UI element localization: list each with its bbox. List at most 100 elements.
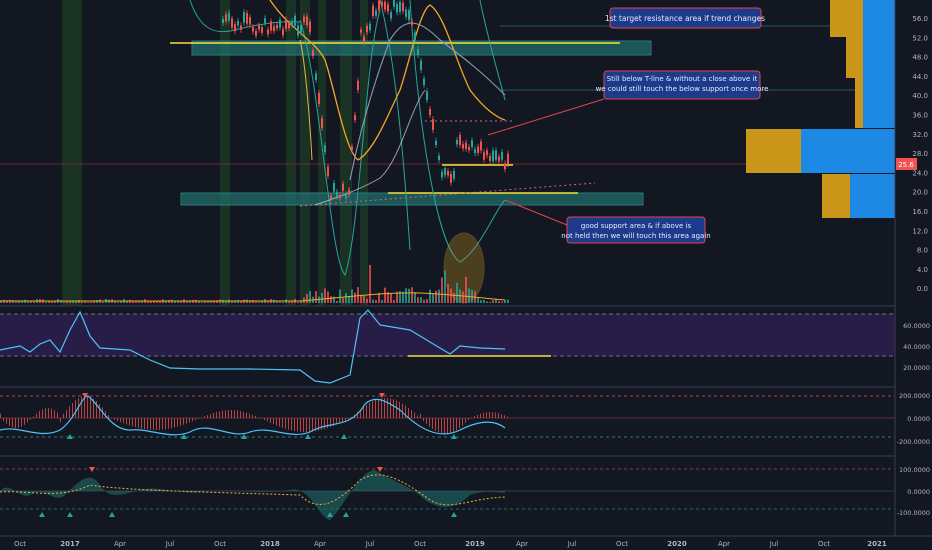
annotation-text: 1st target resistance area if trend chan… xyxy=(605,14,765,23)
volume-bar xyxy=(408,288,410,303)
candle-body xyxy=(486,150,488,156)
time-tick-label: 2017 xyxy=(60,540,80,548)
osc2-hist-bar xyxy=(390,398,391,418)
osc2-hist-bar xyxy=(294,418,295,431)
candle-body xyxy=(222,19,224,23)
price-chart[interactable]: 1st target resistance area if trend chan… xyxy=(0,0,932,550)
osc2-hist-bar xyxy=(126,418,127,425)
candle-body xyxy=(441,171,443,178)
volume-bar xyxy=(441,277,443,303)
volume-bar xyxy=(66,301,68,303)
osc2-hist-bar xyxy=(42,409,43,418)
osc2-hist-bar xyxy=(465,418,466,423)
osc2-hist-bar xyxy=(348,418,349,419)
osc2-hist-bar xyxy=(186,418,187,424)
candle-body xyxy=(342,183,344,191)
volume-bar xyxy=(33,301,35,303)
osc2-hist-bar xyxy=(225,410,226,418)
candle-body xyxy=(480,141,482,151)
osc2-hist-bar xyxy=(144,418,145,430)
candle-body xyxy=(276,24,278,29)
candle-body xyxy=(417,48,419,55)
annotation-tline[interactable]: Still below T-line & without a close abo… xyxy=(596,70,769,100)
osc2-hist-bar xyxy=(0,413,1,418)
osc2-hist-bar xyxy=(162,418,163,430)
candle-body xyxy=(249,17,251,25)
osc2-hist-bar xyxy=(483,412,484,418)
candle-body xyxy=(243,11,245,23)
price-tick-label: 32.0 xyxy=(912,131,928,139)
osc2-hist-bar xyxy=(123,418,124,424)
time-tick-label: Apr xyxy=(516,540,528,548)
candle-body xyxy=(498,156,500,162)
vp-bar xyxy=(801,129,895,173)
candle-body xyxy=(492,150,494,162)
osc2-hist-bar xyxy=(501,414,502,418)
osc2-hist-bar xyxy=(369,402,370,418)
osc2-hist-bar xyxy=(237,410,238,418)
osc2-hist-bar xyxy=(363,406,364,418)
osc2-hist-bar xyxy=(147,418,148,430)
candle-body xyxy=(444,168,446,176)
candle-body xyxy=(324,145,326,152)
osc2-hist-bar xyxy=(387,398,388,418)
osc2-hist-bar xyxy=(159,418,160,430)
candle-body xyxy=(414,32,416,40)
price-tick-label: 8.0 xyxy=(917,247,928,255)
osc-tick-label: 200.0000 xyxy=(899,392,930,400)
vp-bar xyxy=(855,78,863,128)
volume-bar xyxy=(261,301,263,303)
volume-bar xyxy=(465,276,467,303)
osc-tick-label: 20.0000 xyxy=(903,364,930,372)
candle-body xyxy=(288,23,290,29)
volume-bar xyxy=(435,290,437,303)
osc2-hist-bar xyxy=(288,418,289,430)
candle-body xyxy=(447,170,449,176)
candle-body xyxy=(231,18,233,28)
annotation-resistance[interactable]: 1st target resistance area if trend chan… xyxy=(605,7,765,29)
osc2-hist-bar xyxy=(33,416,34,418)
candle-body xyxy=(429,109,431,115)
osc2-hist-bar xyxy=(381,398,382,418)
osc2-hist-bar xyxy=(414,412,415,418)
volume-bar xyxy=(417,297,419,303)
osc-tick-label: 40.0000 xyxy=(903,343,930,351)
osc2-hist-bar xyxy=(468,418,469,421)
osc2-hist-bar xyxy=(429,418,430,427)
volume-bar xyxy=(405,288,407,303)
volume-bar xyxy=(348,296,350,303)
volume-bar xyxy=(414,292,416,303)
candle-body xyxy=(402,2,404,12)
volume-bar xyxy=(384,287,386,303)
candle-body xyxy=(489,156,491,161)
volume-bar xyxy=(501,301,503,303)
osc2-hist-bar xyxy=(36,413,37,418)
osc2-hist-bar xyxy=(171,418,172,429)
osc2-hist-bar xyxy=(423,418,424,421)
candle-body xyxy=(306,16,308,26)
osc2-hist-bar xyxy=(285,418,286,429)
candle-body xyxy=(234,24,236,32)
osc2-hist-bar xyxy=(129,418,130,426)
vp-bar xyxy=(846,37,863,78)
volume-bar xyxy=(87,301,89,303)
osc2-hist-bar xyxy=(132,418,133,427)
volume-bar xyxy=(453,292,455,303)
candle-body xyxy=(363,36,365,43)
volume-bar xyxy=(126,301,128,303)
osc2-hist-bar xyxy=(69,406,70,418)
candle-body xyxy=(315,73,317,80)
annotation-support[interactable]: good support area & if above is not held … xyxy=(561,216,711,244)
vp-bar xyxy=(822,174,850,218)
osc2-hist-bar xyxy=(54,410,55,418)
price-axis[interactable]: 56.0 52.0 48.0 44.0 40.0 36.0 32.0 28.0 24.0 20.0… xyxy=(894,0,932,550)
osc2-hist-bar xyxy=(180,418,181,426)
osc-tick-label: 0.0000 xyxy=(907,415,930,423)
osc2-hist-bar xyxy=(207,415,208,418)
volume-bar xyxy=(288,301,290,303)
volume-bar xyxy=(357,287,359,303)
osc-tick-label: 100.0000 xyxy=(899,466,930,474)
volume-bar xyxy=(411,287,413,303)
price-tick-label: 24.0 xyxy=(912,169,928,177)
osc2-hist-bar xyxy=(153,418,154,430)
